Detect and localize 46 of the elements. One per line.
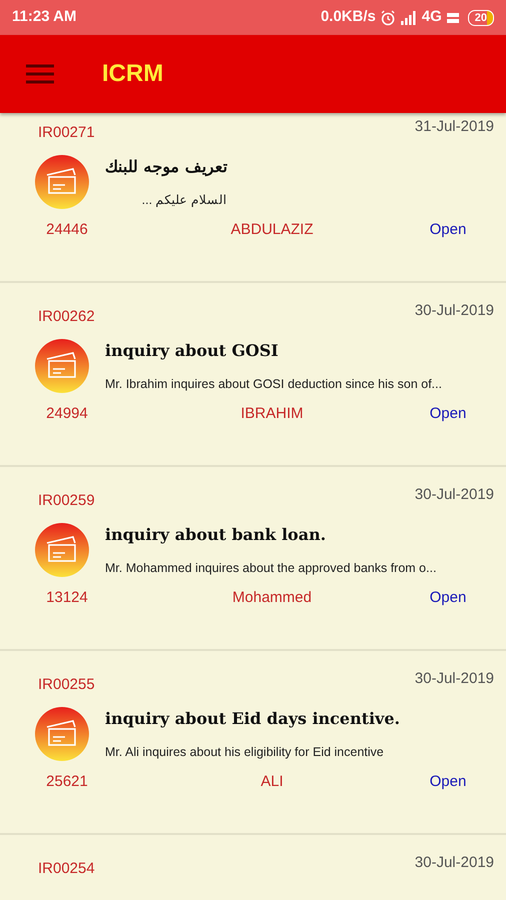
- status-time: 11:23 AM: [12, 7, 76, 28]
- battery-indicator: 20: [468, 10, 494, 26]
- ticket-number: 25621: [45, 772, 89, 792]
- ticket-number: 24994: [45, 404, 89, 424]
- app-title: ICRM: [102, 59, 164, 89]
- network-type: 4G: [422, 7, 442, 28]
- ticket-status: Open: [428, 404, 468, 424]
- ticket-title: تعريف موجه للبنك: [105, 156, 228, 178]
- ticket-id: IR00271: [38, 123, 95, 143]
- ticket-id: IR00254: [38, 859, 95, 879]
- ticket-date: 30-Jul-2019: [414, 669, 494, 689]
- ticket-title: inquiry about bank loan.: [105, 524, 327, 546]
- ticket-card[interactable]: IR00262 30-Jul-2019 inquiry about GOSI Mr. Ibrahim inquires about GOSI deduction since his son of... 24994 IBRAHIM Open: [0, 283, 506, 467]
- ticket-status: Open: [428, 220, 468, 240]
- ticket-id: IR00255: [38, 675, 95, 695]
- ticket-id: IR00259: [38, 491, 95, 511]
- ticket-icon: [35, 706, 89, 761]
- customer-name: IBRAHIM: [240, 404, 304, 424]
- ticket-date: 30-Jul-2019: [414, 853, 494, 873]
- customer-name: Mohammed: [231, 588, 313, 608]
- customer-name: ALI: [260, 772, 284, 792]
- menu-icon[interactable]: [26, 64, 54, 84]
- signal-icon: [400, 10, 418, 24]
- ticket-title: inquiry about GOSI: [105, 340, 280, 362]
- ticket-description: Mr. Ibrahim inquires about GOSI deduction since his son of...: [105, 376, 442, 393]
- alarm-icon: [380, 10, 396, 26]
- ticket-title: inquiry about Eid days incentive.: [105, 708, 400, 730]
- ticket-date: 31-Jul-2019: [414, 117, 494, 137]
- ticket-number: 13124: [45, 588, 89, 608]
- ticket-card[interactable]: IR00254 30-Jul-2019: [0, 835, 506, 900]
- ticket-number: 24446: [45, 220, 89, 240]
- ticket-description: السلام عليكم ...: [140, 192, 228, 209]
- ticket-card[interactable]: IR00259 30-Jul-2019 inquiry about bank loan. Mr. Mohammed inquires about the approved banks from o... 13124 Mohammed Open: [0, 467, 506, 651]
- ticket-description: Mr. Ali inquires about his eligibility for Eid incentive: [105, 744, 385, 761]
- ticket-date: 30-Jul-2019: [414, 485, 494, 505]
- network-speed: 0.0KB/s: [320, 7, 376, 28]
- ticket-date: 30-Jul-2019: [414, 301, 494, 321]
- ticket-status: Open: [428, 588, 468, 608]
- customer-name: ABDULAZIZ: [230, 220, 314, 240]
- ticket-icon: [35, 522, 89, 577]
- ticket-status: Open: [428, 772, 468, 792]
- ticket-icon: [35, 338, 89, 393]
- ticket-description: Mr. Mohammed inquires about the approved banks from o...: [105, 560, 436, 577]
- ticket-id: IR00262: [38, 307, 95, 327]
- ticket-card[interactable]: IR00255 30-Jul-2019 inquiry about Eid days incentive. Mr. Ali inquires about his eligibility for Eid incentive 25621 ALI Open: [0, 651, 506, 835]
- ticket-icon: [35, 154, 89, 209]
